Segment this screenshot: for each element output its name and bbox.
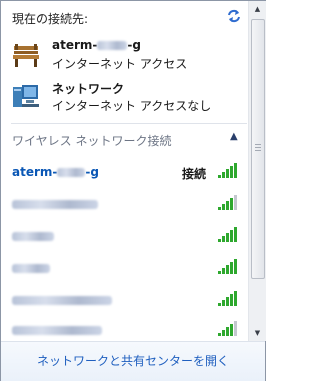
signal-bar (222, 172, 225, 178)
flyout-content: 現在の接続先: aterm- -g インターネット アクセス ネットワーク イン… (1, 1, 248, 341)
signal-strength-icon (218, 259, 237, 274)
redacted-text (12, 326, 102, 335)
wifi-network-item[interactable] (1, 255, 248, 281)
connection-name: aterm- -g (52, 38, 141, 52)
redacted-text (12, 264, 50, 273)
signal-bar (218, 239, 221, 242)
wifi-network-name: aterm- -g (12, 165, 99, 179)
network-flyout: 現在の接続先: aterm- -g インターネット アクセス ネットワーク イン… (0, 0, 266, 381)
signal-strength-icon (218, 227, 237, 242)
signal-bar (226, 201, 229, 210)
wifi-network-name (12, 261, 50, 275)
wifi-network-item[interactable] (1, 317, 248, 341)
signal-bar (226, 327, 229, 336)
signal-bar (218, 303, 221, 306)
vertical-scrollbar[interactable]: ▲ ▼ (248, 1, 266, 341)
signal-strength-icon (218, 163, 237, 178)
signal-bar (234, 291, 237, 306)
flyout-footer: ネットワークと共有センターを開く (1, 341, 265, 381)
wifi-network-name (12, 229, 54, 243)
wifi-network-name (12, 197, 98, 211)
signal-bar (218, 175, 221, 178)
scrollbar-grip (255, 144, 261, 145)
signal-bar (222, 330, 225, 336)
signal-bar (226, 265, 229, 274)
connection-state: 接続 (182, 167, 207, 181)
wifi-network-item[interactable] (1, 223, 248, 249)
refresh-icon[interactable] (225, 7, 243, 25)
scroll-down-button[interactable]: ▼ (249, 325, 266, 341)
section-divider (11, 123, 247, 124)
signal-bar (230, 262, 233, 274)
connection-status: インターネット アクセス (52, 57, 188, 71)
signal-bar (234, 321, 237, 336)
computer-network-icon (13, 85, 39, 107)
signal-bar (226, 297, 229, 306)
current-connections-title: 現在の接続先: (12, 12, 89, 26)
redacted-text (12, 296, 112, 305)
connection-item-network[interactable]: ネットワーク インターネット アクセスなし (1, 77, 248, 119)
signal-bar (230, 324, 233, 336)
scrollbar-thumb[interactable] (251, 19, 265, 279)
scroll-up-button[interactable]: ▲ (249, 1, 266, 17)
redacted-text (97, 41, 128, 50)
redacted-text (57, 168, 86, 177)
signal-bar (234, 195, 237, 210)
connection-name: ネットワーク (52, 82, 125, 96)
signal-bar (230, 198, 233, 210)
signal-bar (222, 268, 225, 274)
wifi-network-name (12, 293, 112, 307)
signal-bar (226, 169, 229, 178)
signal-bar (234, 259, 237, 274)
connection-status: インターネット アクセスなし (52, 99, 212, 113)
signal-bar (218, 333, 221, 336)
signal-bar (218, 271, 221, 274)
scrollbar-grip (255, 150, 261, 151)
wifi-network-item[interactable] (1, 287, 248, 313)
wifi-network-item[interactable]: aterm- -g 接続 (1, 159, 248, 185)
redacted-text (12, 232, 54, 241)
network-sharing-center-link[interactable]: ネットワークと共有センターを開く (1, 352, 265, 369)
bench-network-icon (13, 44, 39, 67)
signal-strength-icon (218, 291, 237, 306)
signal-bar (222, 300, 225, 306)
signal-bar (218, 207, 221, 210)
wifi-network-name (12, 323, 102, 337)
signal-bar (234, 163, 237, 178)
signal-bar (222, 236, 225, 242)
chevron-up-icon[interactable]: ▲ (230, 131, 238, 142)
signal-bar (226, 233, 229, 242)
signal-strength-icon (218, 321, 237, 336)
signal-bar (230, 294, 233, 306)
wireless-section-title: ワイヤレス ネットワーク接続 (12, 134, 172, 148)
signal-bar (230, 166, 233, 178)
scrollbar-grip (255, 147, 261, 148)
signal-strength-icon (218, 195, 237, 210)
signal-bar (222, 204, 225, 210)
connection-item-aterm[interactable]: aterm- -g インターネット アクセス (1, 35, 248, 77)
signal-bar (230, 230, 233, 242)
wifi-network-item[interactable] (1, 191, 248, 217)
signal-bar (234, 227, 237, 242)
redacted-text (12, 200, 98, 209)
